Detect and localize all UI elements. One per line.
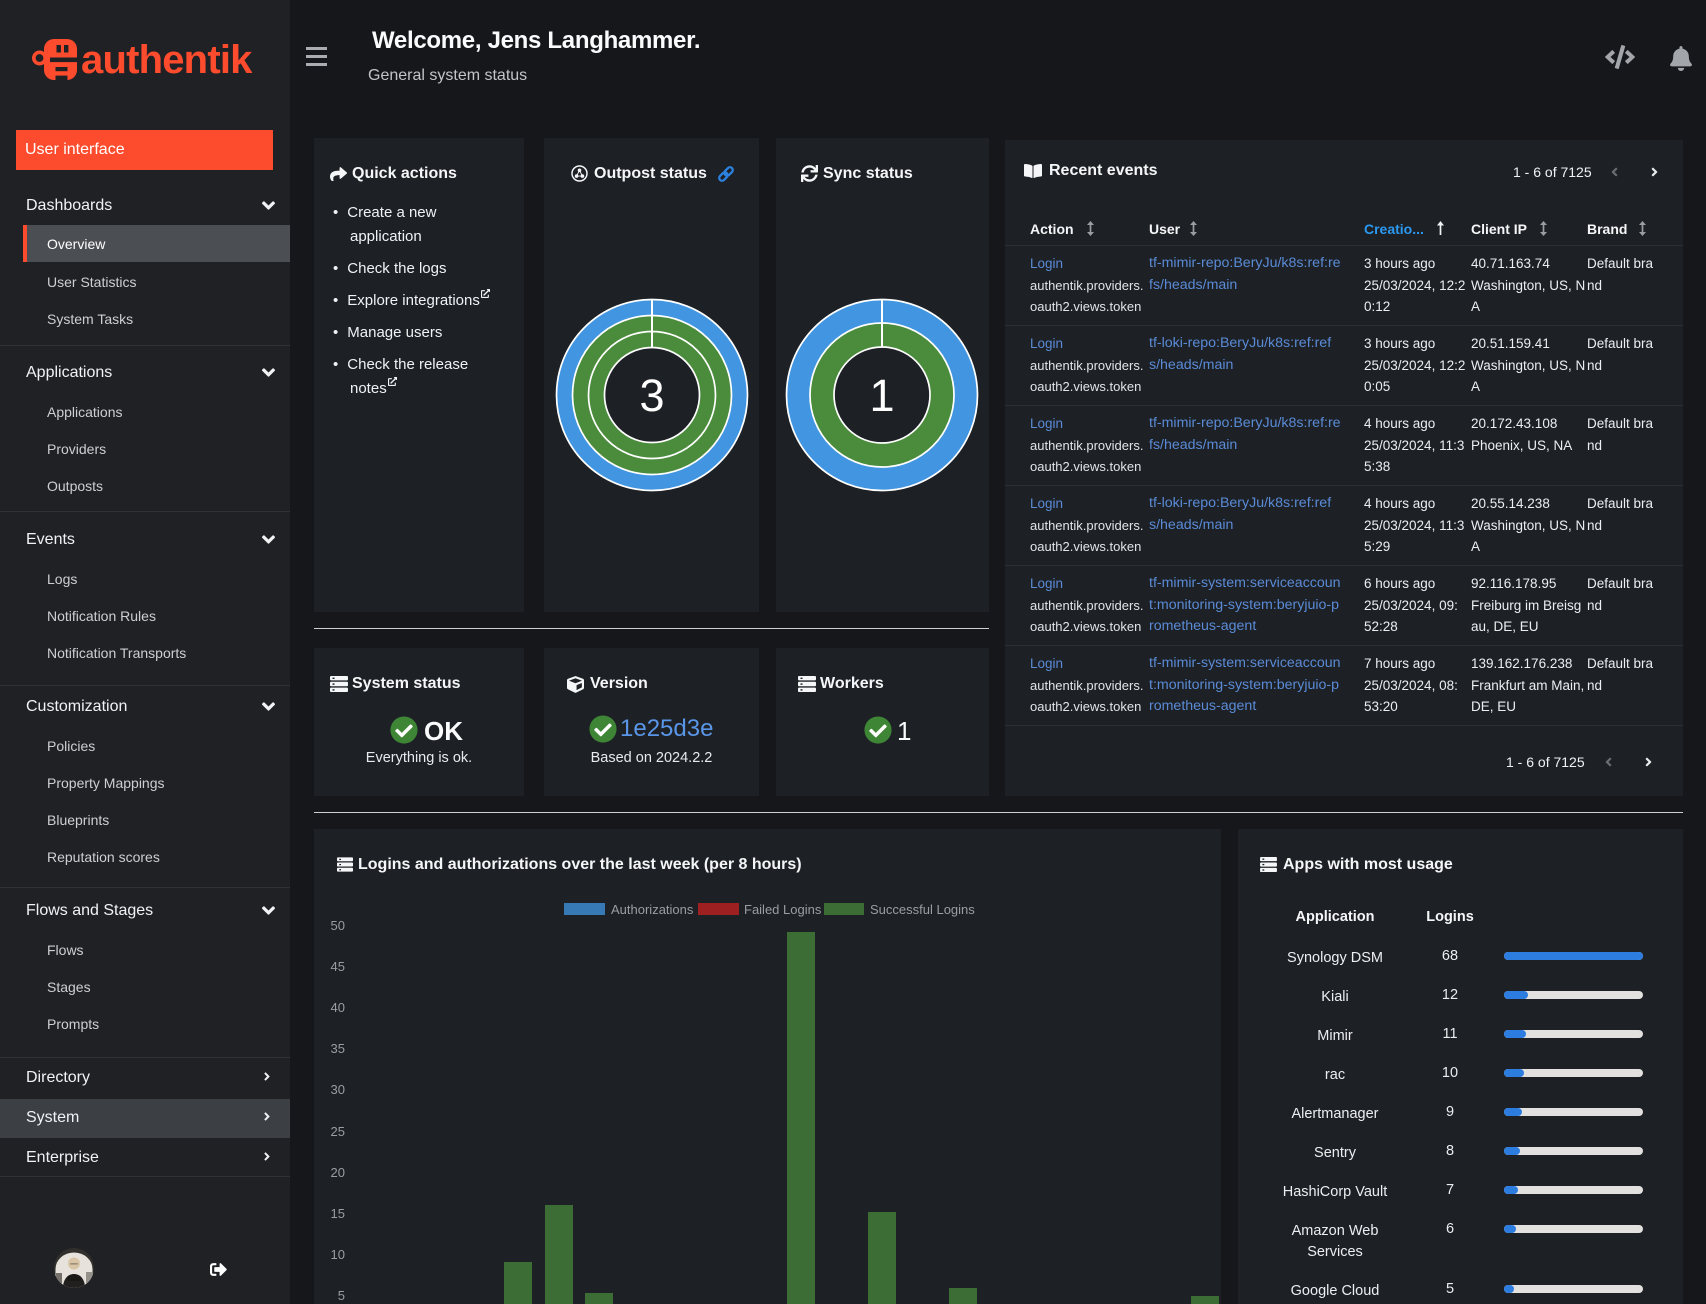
svg-text:authentik: authentik [81, 38, 253, 82]
svg-text:1: 1 [869, 370, 894, 421]
svg-text:3: 3 [639, 370, 664, 421]
